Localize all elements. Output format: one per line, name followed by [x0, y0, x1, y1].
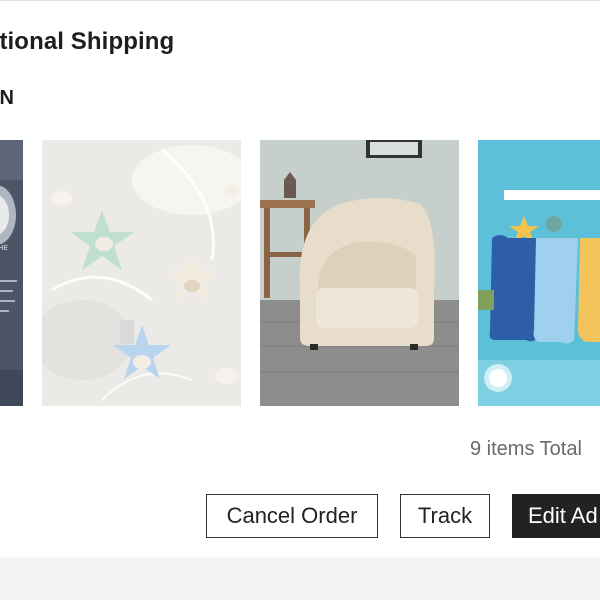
product-thumbnails: THE	[0, 140, 600, 406]
track-button[interactable]: Track	[400, 494, 490, 538]
items-total-label: 9 items Total	[470, 438, 582, 460]
star-ornaments-image	[42, 140, 241, 406]
hand-towels-image	[478, 140, 600, 406]
book-cover-image: THE	[0, 140, 23, 406]
svg-text:THE: THE	[0, 244, 8, 252]
edit-address-button[interactable]: Edit Ad	[512, 494, 600, 538]
divider	[0, 0, 600, 1]
product-thumbnail-book[interactable]: THE	[0, 140, 23, 406]
product-thumbnail-star-ornaments[interactable]	[42, 140, 241, 406]
product-thumbnail-armchair[interactable]	[260, 140, 459, 406]
cancel-order-button[interactable]: Cancel Order	[206, 494, 378, 538]
order-card: ational Shipping IN THE	[0, 0, 600, 557]
order-status-label: IN	[0, 87, 14, 109]
shipping-title: ational Shipping	[0, 28, 175, 55]
armchair-image	[260, 140, 459, 406]
product-thumbnail-hand-towels[interactable]	[478, 140, 600, 406]
